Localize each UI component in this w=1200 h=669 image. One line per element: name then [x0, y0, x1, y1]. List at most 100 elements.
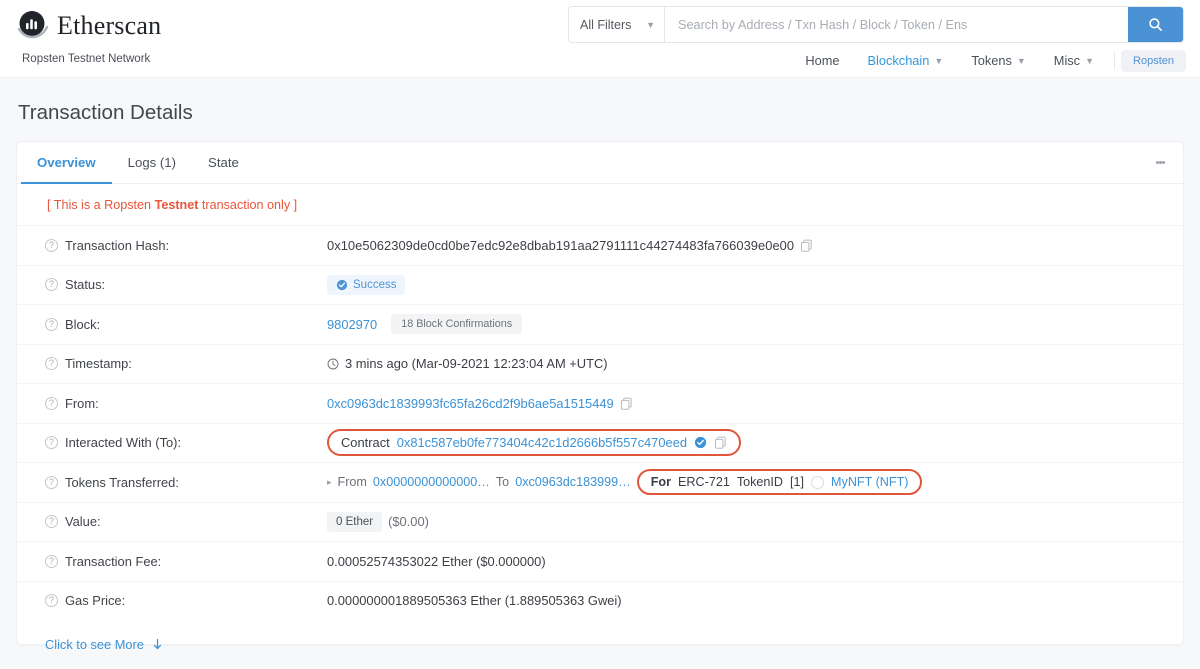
nav-item-home[interactable]: Home	[791, 48, 853, 73]
tab-state[interactable]: State	[192, 142, 255, 184]
row-from: ? From: 0xc0963dc1839993fc65fa26cd2f9b6a…	[17, 383, 1183, 423]
brand-logo[interactable]: Etherscan	[16, 9, 161, 43]
contract-prefix-label: Contract	[341, 435, 390, 451]
row-label: ? Value:	[45, 514, 327, 529]
etherscan-logo-icon	[16, 9, 50, 43]
tab-label: Logs (1)	[127, 154, 177, 170]
from-address-link[interactable]: 0xc0963dc1839993fc65fa26cd2f9b6ae5a15154…	[327, 396, 614, 411]
help-icon[interactable]: ?	[45, 317, 58, 331]
check-circle-icon	[336, 279, 348, 290]
label-text: Block:	[65, 316, 101, 332]
status-badge: Success	[327, 274, 406, 295]
help-icon[interactable]: ?	[45, 357, 58, 371]
row-label: ? Transaction Hash:	[45, 238, 327, 253]
token-for-label: For	[650, 475, 672, 490]
nav-divider	[1114, 51, 1116, 70]
row-value: 3 mins ago (Mar-09-2021 12:23:04 AM +UTC…	[327, 356, 608, 371]
transaction-hash-value: 0x10e5062309de0cd0be7edc92e8dbab191aa279…	[327, 237, 795, 253]
row-transaction-fee: ? Transaction Fee: 0.00052574353022 Ethe…	[17, 541, 1183, 581]
chevron-down-icon: ▼	[646, 19, 655, 30]
help-icon[interactable]: ?	[45, 396, 58, 410]
search-button[interactable]	[1128, 7, 1183, 42]
chevron-down-icon: ▼	[1016, 55, 1026, 66]
row-label: ? Interacted With (To):	[45, 435, 327, 450]
row-value-amount: ? Value: 0 Ether ($0.00)	[17, 501, 1183, 542]
label-text: Status:	[65, 277, 106, 293]
search-bar: All Filters ▼	[568, 6, 1184, 43]
gas-price-value: 0.000000001889505363 Ether (1.889505363 …	[327, 593, 622, 609]
network-switch-button[interactable]: Ropsten	[1121, 49, 1186, 72]
row-value: 0.00052574353022 Ether ($0.000000)	[327, 554, 546, 569]
help-icon[interactable]: ?	[45, 515, 58, 529]
token-detail-highlight: For ERC-721 TokenID [1] MyNFT (NFT)	[636, 469, 923, 496]
row-value: 9802970 18 Block Confirmations	[327, 314, 523, 335]
help-icon[interactable]: ?	[45, 278, 58, 292]
help-icon[interactable]: ?	[45, 475, 58, 489]
copy-icon[interactable]	[800, 239, 813, 252]
search-input[interactable]	[665, 7, 1128, 42]
chevron-down-icon: ▼	[934, 55, 944, 66]
nav-item-blockchain[interactable]: Blockchain ▼	[854, 48, 958, 73]
expand-caret-icon[interactable]: ▸	[327, 477, 332, 488]
status-text: Success	[353, 278, 397, 291]
token-id-label: TokenID	[736, 475, 784, 490]
see-more-label: Click to see More	[45, 637, 144, 652]
row-value: 0.000000001889505363 Ether (1.889505363 …	[327, 593, 622, 608]
help-icon[interactable]: ?	[45, 554, 58, 568]
detail-rows: ? Transaction Hash: 0x10e5062309de0cd0be…	[17, 225, 1183, 620]
label-text: From:	[65, 395, 99, 411]
kebab-dot	[1162, 161, 1165, 164]
token-standard: ERC-721	[678, 475, 730, 490]
help-icon[interactable]: ?	[45, 238, 58, 252]
label-text: Value:	[65, 514, 101, 530]
row-label: ? Block:	[45, 317, 327, 332]
search-icon	[1149, 18, 1162, 31]
arrow-down-icon	[153, 638, 161, 650]
filters-dropdown[interactable]: All Filters ▼	[569, 7, 665, 42]
transaction-fee-value: 0.00052574353022 Ether ($0.000000)	[327, 553, 546, 569]
block-number-link[interactable]: 9802970	[327, 317, 377, 332]
testnet-keyword: Testnet	[154, 198, 199, 212]
tab-logs[interactable]: Logs (1)	[112, 142, 192, 184]
label-text: Transaction Hash:	[65, 237, 170, 253]
row-status: ? Status: Success	[17, 264, 1183, 305]
label-text: Gas Price:	[65, 593, 126, 609]
token-id-value: [1]	[790, 475, 805, 490]
row-tokens-transferred: ? Tokens Transferred: ▸ From 0x000000000…	[17, 462, 1183, 502]
nav-label: Misc	[1053, 53, 1081, 68]
row-block: ? Block: 9802970 18 Block Confirmations	[17, 304, 1183, 344]
token-from-label: From	[337, 475, 367, 490]
nav-item-tokens[interactable]: Tokens ▼	[957, 48, 1039, 73]
nav-item-misc[interactable]: Misc ▼	[1040, 48, 1108, 73]
token-name-link[interactable]: MyNFT (NFT)	[831, 475, 908, 489]
network-subtitle: Ropsten Testnet Network	[22, 53, 151, 65]
filters-label: All Filters	[580, 17, 632, 32]
label-text: Transaction Fee:	[65, 553, 162, 569]
tab-overview[interactable]: Overview	[21, 142, 112, 184]
nav-label: Tokens	[971, 53, 1012, 68]
row-transaction-hash: ? Transaction Hash: 0x10e5062309de0cd0be…	[17, 225, 1183, 265]
token-from-address-link[interactable]: 0x0000000000000…	[373, 475, 490, 489]
copy-icon[interactable]	[620, 397, 633, 410]
more-options-button[interactable]	[1148, 142, 1173, 183]
token-to-label: To	[495, 475, 510, 490]
contract-address-highlight: Contract 0x81c587eb0fe773404c42c1d2666b5…	[327, 429, 742, 457]
page-title: Transaction Details	[18, 101, 193, 124]
transaction-details-card: Overview Logs (1) State [ This is a Rops…	[16, 141, 1184, 652]
tab-bar: Overview Logs (1) State	[17, 142, 1183, 184]
see-more-button[interactable]: Click to see More	[17, 620, 1183, 652]
brand-name: Etherscan	[57, 11, 162, 40]
token-logo-icon	[811, 475, 825, 489]
help-icon[interactable]: ?	[45, 594, 58, 608]
main-nav: Home Blockchain ▼ Tokens ▼ Misc ▼ Ropste…	[791, 48, 1186, 73]
testnet-suffix: transaction only ]	[198, 198, 298, 212]
row-value: 0xc0963dc1839993fc65fa26cd2f9b6ae5a15154…	[327, 396, 633, 411]
copy-icon[interactable]	[714, 436, 727, 450]
contract-address-link[interactable]: 0x81c587eb0fe773404c42c1d2666b5f557c470e…	[397, 435, 687, 450]
tab-label: State	[208, 154, 239, 170]
label-text: Timestamp:	[65, 356, 132, 372]
token-to-address-link[interactable]: 0xc0963dc183999…	[515, 475, 631, 489]
site-header: Etherscan Ropsten Testnet Network All Fi…	[0, 0, 1200, 78]
row-label: ? Gas Price:	[45, 593, 327, 608]
help-icon[interactable]: ?	[45, 436, 58, 450]
